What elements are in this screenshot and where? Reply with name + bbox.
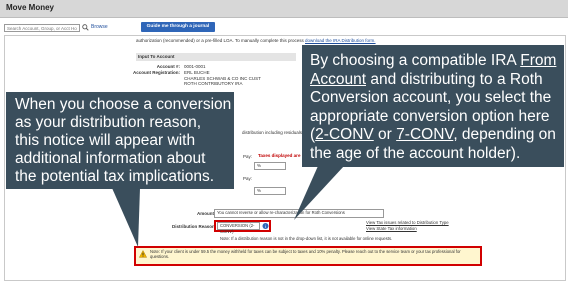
- rc-line2-text: and distributing to a Roth: [366, 70, 543, 88]
- account-value: 0001-0001: [184, 64, 206, 69]
- registration-line-3: ROTH CONTRIBUTORY IRA: [184, 81, 243, 86]
- left-callout-line-5: the potential tax implications.: [15, 168, 215, 185]
- amount-note-text: You cannot reverse or allow re-character…: [217, 210, 345, 215]
- tax-warning-text: Note: If your client is under 59.5 the m…: [150, 249, 461, 259]
- guide-journal-button[interactable]: Guide me through a journal transaction: [141, 22, 215, 39]
- pay-label-1: Pay:: [243, 154, 253, 159]
- taxes-note: Taxes displayed are b: [258, 153, 305, 158]
- tax-issues-link[interactable]: View Tax issues related to Distribution …: [366, 220, 449, 226]
- account-label: Account #:: [156, 64, 180, 69]
- warning-icon: [139, 250, 147, 258]
- percent-symbol-2: %: [257, 188, 262, 193]
- right-callout-line-3: Conversion account, you select the: [310, 89, 552, 106]
- rc-7conv-link: 7-CONV: [396, 126, 454, 143]
- input-to-account-header: Input To Account: [136, 53, 296, 61]
- left-callout-line-4: additional information about: [15, 150, 206, 167]
- window-title: Move Money: [6, 3, 55, 12]
- right-callout-line-1: By choosing a compatible IRA From: [310, 52, 556, 71]
- search-input[interactable]: [4, 24, 80, 32]
- registration-label: Account Registration:: [132, 70, 180, 75]
- distribution-reason-label: Distribution Reason:: [172, 224, 217, 229]
- rc-or: or: [373, 126, 397, 143]
- right-callout-line-4: appropriate conversion option here: [310, 107, 550, 125]
- distribution-reason-select[interactable]: CONVERSION (2-CONV): [217, 222, 260, 234]
- info-icon[interactable]: i: [262, 222, 269, 230]
- left-callout-line-1: When you choose a conversion: [15, 96, 232, 113]
- residuals-text: distribution including residuals: [242, 130, 303, 135]
- rc-2conv-link: 2-CONV: [315, 126, 374, 143]
- amount-note: You cannot reverse or allow re-character…: [214, 209, 384, 218]
- pay-label-2: Pay:: [243, 176, 253, 181]
- tax-percent-field-2[interactable]: %: [254, 187, 286, 195]
- reason-note: Note: If a distribution reason is not in…: [220, 236, 393, 241]
- percent-symbol-1: %: [257, 163, 262, 168]
- intro-line: authorization (recommended) or a pre-fil…: [136, 38, 304, 43]
- left-callout: When you choose a conversion as your dis…: [6, 92, 234, 189]
- rc-account-link: Account: [310, 70, 367, 88]
- ira-form-link[interactable]: download the IRA Distribution form.: [305, 38, 376, 43]
- state-tax-link[interactable]: View State Tax information: [366, 226, 417, 232]
- browse-link[interactable]: Browse: [91, 24, 108, 30]
- title-bar: Move Money: [0, 0, 568, 18]
- rc-line5-text: , depending on: [453, 126, 556, 143]
- intro-text: authorization (recommended) or a pre-fil…: [136, 38, 466, 43]
- rc-from-link: From: [520, 52, 557, 69]
- rc-line1-text: By choosing a compatible IRA: [310, 52, 521, 69]
- right-callout: By choosing a compatible IRA From Accoun…: [302, 45, 564, 167]
- left-callout-line-2: as your distribution reason,: [15, 114, 202, 131]
- amount-label: Amount: [197, 211, 214, 216]
- left-callout-line-3: this notice will appear with: [15, 132, 196, 149]
- search-icon[interactable]: [82, 24, 89, 31]
- svg-text:i: i: [265, 224, 266, 230]
- right-callout-line-5: (2-CONV or 7-CONV, depending on: [310, 126, 556, 145]
- right-callout-line-2: Account and distributing to a Roth: [310, 71, 556, 90]
- tax-percent-field-1[interactable]: %: [254, 162, 286, 170]
- right-callout-line-6: the age of the account holder).: [310, 144, 521, 162]
